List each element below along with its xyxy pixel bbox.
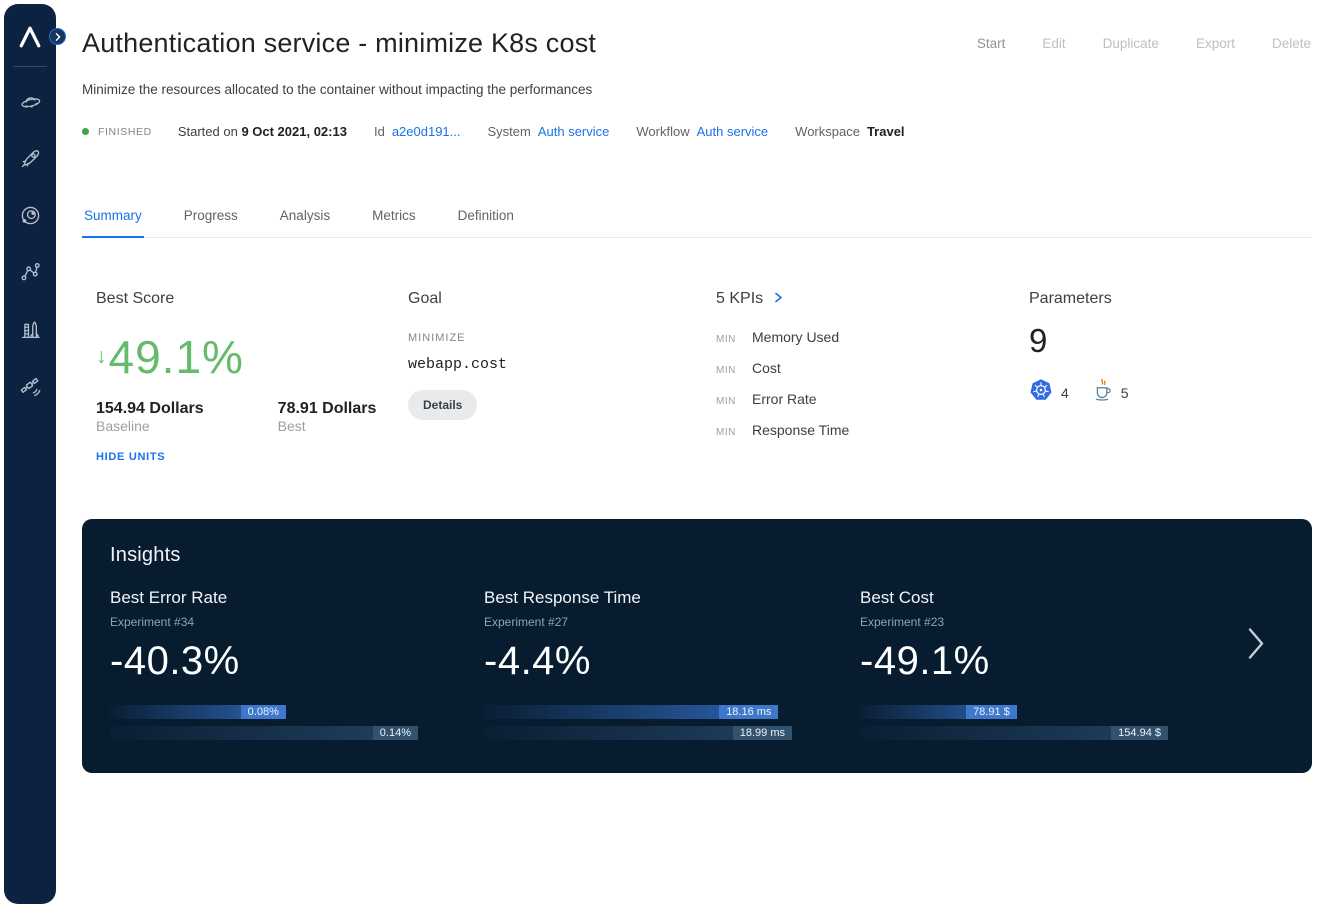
sidebar-item-rocket-icon[interactable] (4, 130, 56, 187)
study-id-link[interactable]: a2e0d191... (392, 124, 461, 139)
workflow: WorkflowAuth service (636, 124, 768, 139)
goal-direction: MINIMIZE (408, 332, 716, 344)
best-score-heading: Best Score (96, 290, 408, 308)
kpis-heading: 5 KPIs (716, 290, 763, 308)
best-pair: 78.91 Dollars Best (278, 400, 408, 436)
best-score-panel: Best Score ↓ 49.1% 154.94 Dollars Baseli… (96, 290, 408, 463)
kpis-chevron-icon[interactable] (774, 290, 783, 308)
sidebar-expand-button[interactable] (49, 28, 66, 45)
system-link[interactable]: Auth service (538, 124, 610, 139)
edit-button[interactable]: Edit (1042, 36, 1065, 51)
summary-section: Best Score ↓ 49.1% 154.94 Dollars Baseli… (96, 290, 1326, 463)
goal-heading: Goal (408, 290, 716, 308)
started-on: Started on 9 Oct 2021, 02:13 (178, 124, 347, 139)
experiment-label: Experiment #27 (484, 615, 860, 629)
insight-card-cost: Best Cost Experiment #23 -49.1% 78.91 $ … (860, 588, 1284, 740)
tab-progress[interactable]: Progress (182, 206, 240, 237)
kpi-row-error-rate: MIN Error Rate (716, 391, 1029, 407)
sidebar-item-graph-icon[interactable] (4, 244, 56, 301)
main-content: Authentication service - minimize K8s co… (56, 0, 1329, 792)
best-bar: 78.91 $ (860, 705, 1017, 719)
study-id: Ida2e0d191... (374, 124, 461, 139)
comparison-bars: 0.08% 0.14% (110, 705, 418, 740)
tab-bar: Summary Progress Analysis Metrics Defini… (82, 206, 1312, 238)
tab-metrics[interactable]: Metrics (370, 206, 418, 237)
kpi-list: MIN Memory Used MIN Cost MIN Error Rate … (716, 329, 1029, 438)
experiment-label: Experiment #34 (110, 615, 484, 629)
best-bar: 0.08% (110, 705, 286, 719)
sidebar-item-ufo-icon[interactable] (4, 73, 56, 130)
tab-definition[interactable]: Definition (456, 206, 516, 237)
workflow-link[interactable]: Auth service (697, 124, 769, 139)
kpi-row-response-time: MIN Response Time (716, 422, 1029, 438)
tab-analysis[interactable]: Analysis (278, 206, 332, 237)
insight-card-error-rate: Best Error Rate Experiment #34 -40.3% 0.… (110, 588, 484, 740)
parameters-panel: Parameters 9 4 (1029, 290, 1326, 463)
comparison-bars: 18.16 ms 18.99 ms (484, 705, 792, 740)
insights-heading: Insights (110, 544, 1284, 567)
sidebar-item-satellite-icon[interactable] (4, 358, 56, 415)
delta-value: -40.3% (110, 639, 484, 684)
tab-summary[interactable]: Summary (82, 206, 144, 238)
baseline-bar: 154.94 $ (860, 726, 1168, 740)
sidebar-nav (4, 73, 56, 415)
goal-metric: webapp.cost (408, 356, 716, 373)
status-row: FINISHED Started on 9 Oct 2021, 02:13 Id… (82, 124, 932, 139)
baseline-bar: 0.14% (110, 726, 418, 740)
delta-value: -4.4% (484, 639, 860, 684)
hide-units-link[interactable]: HIDE UNITS (96, 451, 408, 463)
comparison-bars: 78.91 $ 154.94 $ (860, 705, 1168, 740)
experiment-label: Experiment #23 (860, 615, 1284, 629)
java-icon (1091, 378, 1113, 407)
duplicate-button[interactable]: Duplicate (1103, 36, 1159, 51)
status-badge: FINISHED (82, 126, 152, 138)
delta-value: -49.1% (860, 639, 1284, 684)
workspace: WorkspaceTravel (795, 124, 904, 139)
java-count: 5 (1121, 385, 1129, 401)
app-logo-icon[interactable] (4, 4, 56, 52)
status-dot-icon (82, 128, 89, 135)
insights-cards: Best Error Rate Experiment #34 -40.3% 0.… (110, 588, 1284, 740)
carousel-next-icon[interactable] (1246, 626, 1266, 667)
kubernetes-icon (1029, 378, 1053, 407)
baseline-pair: 154.94 Dollars Baseline (96, 400, 261, 436)
system: SystemAuth service (488, 124, 610, 139)
parameters-breakdown: 4 5 (1029, 378, 1326, 407)
baseline-bar: 18.99 ms (484, 726, 792, 740)
parameters-total: 9 (1029, 322, 1326, 360)
goal-panel: Goal MINIMIZE webapp.cost Details (408, 290, 716, 463)
sidebar (4, 4, 56, 904)
sidebar-item-orbit-icon[interactable] (4, 187, 56, 244)
sidebar-divider (13, 66, 47, 67)
best-bar: 18.16 ms (484, 705, 778, 719)
parameters-heading: Parameters (1029, 290, 1326, 308)
score-values: 154.94 Dollars Baseline 78.91 Dollars Be… (96, 400, 408, 436)
header-actions: Start Edit Duplicate Export Delete (977, 36, 1311, 51)
best-score-value: ↓ 49.1% (96, 330, 408, 384)
kpis-panel: 5 KPIs MIN Memory Used MIN Cost MIN Erro… (716, 290, 1029, 463)
kubernetes-count: 4 (1061, 385, 1069, 401)
sidebar-item-launchpad-icon[interactable] (4, 301, 56, 358)
kpi-row-cost: MIN Cost (716, 360, 1029, 376)
export-button[interactable]: Export (1196, 36, 1235, 51)
down-arrow-icon: ↓ (96, 345, 107, 369)
page-title: Authentication service - minimize K8s co… (82, 28, 596, 59)
start-button[interactable]: Start (977, 36, 1006, 51)
page-subtitle: Minimize the resources allocated to the … (82, 82, 592, 97)
details-button[interactable]: Details (408, 390, 477, 420)
insights-panel: Insights Best Error Rate Experiment #34 … (82, 519, 1312, 773)
delete-button[interactable]: Delete (1272, 36, 1311, 51)
kpi-row-memory-used: MIN Memory Used (716, 329, 1029, 345)
insight-card-response-time: Best Response Time Experiment #27 -4.4% … (484, 588, 860, 740)
